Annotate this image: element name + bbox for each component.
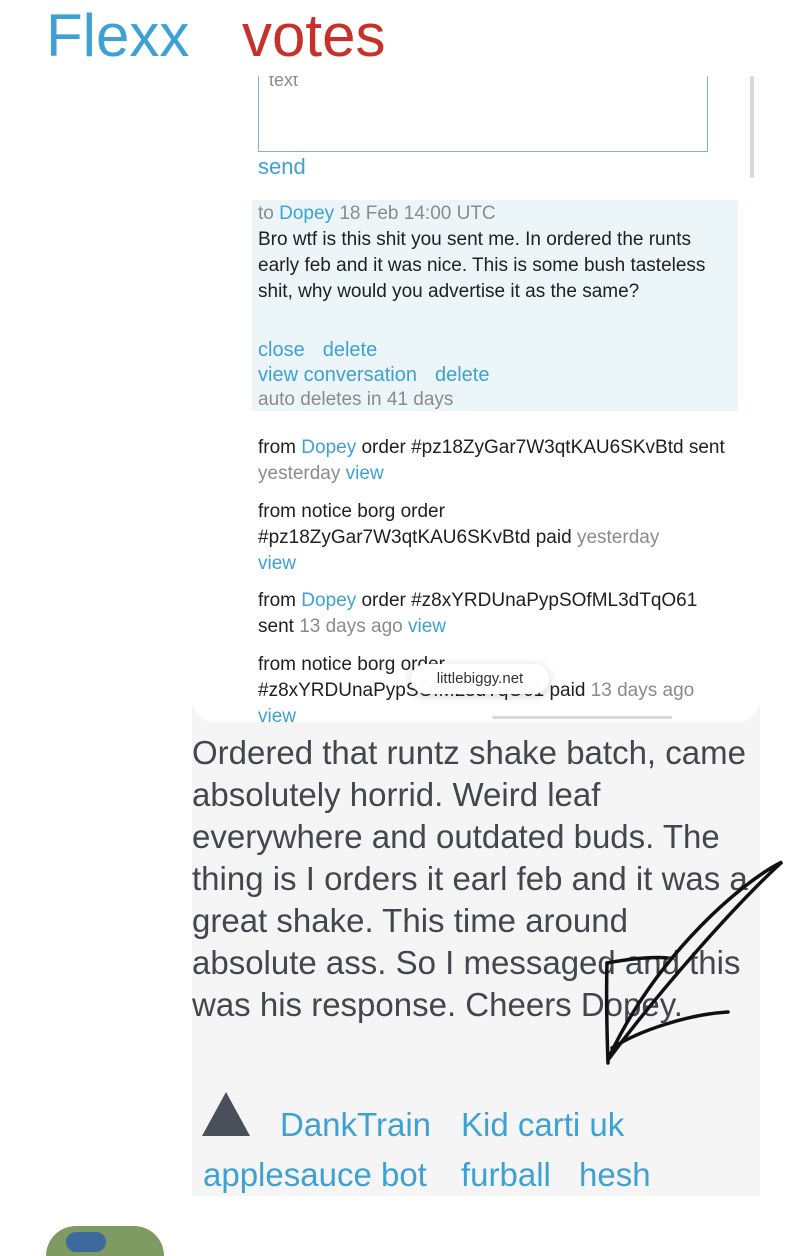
notification-item: from notice borg order #pz18ZyGar7W3qtKA… — [258, 501, 660, 574]
message-textarea[interactable]: text — [258, 76, 708, 152]
auto-delete-note: auto deletes in 41 days — [258, 389, 454, 410]
view-link[interactable]: view — [258, 706, 296, 722]
notification-time: yesterday — [576, 527, 660, 548]
notification-time: 13 days ago — [299, 616, 403, 637]
sender-link[interactable]: Dopey — [301, 437, 356, 458]
post-body: Ordered that runtz shake batch, came abs… — [192, 734, 748, 1023]
voter-link[interactable]: applesauce bot — [203, 1156, 427, 1194]
notification-item: from Dopey order #z8xYRDUnaPypSOfML3dTqO… — [258, 590, 698, 637]
view-link[interactable]: view — [346, 463, 384, 484]
message-actions-2: view conversation delete — [258, 362, 736, 388]
url-pill[interactable]: littlebiggy.net — [411, 664, 549, 694]
home-indicator — [492, 716, 672, 719]
recipient-link[interactable]: Dopey — [279, 203, 334, 224]
scrollbar[interactable] — [750, 76, 754, 178]
textarea-placeholder: text — [269, 76, 299, 90]
avatar[interactable] — [46, 1226, 164, 1256]
page-header: Flexx votes — [46, 0, 385, 72]
brand-name[interactable]: Flexx — [46, 2, 189, 69]
voter-link[interactable]: DankTrain — [280, 1106, 431, 1144]
to-label: to — [258, 203, 274, 224]
upvote-triangle-icon[interactable] — [202, 1092, 250, 1136]
delete-link[interactable]: delete — [323, 339, 378, 361]
send-link[interactable]: send — [258, 154, 306, 180]
embedded-screenshot: text send to Dopey 18 Feb 14:00 UTC Bro … — [192, 76, 760, 722]
notification-time: yesterday — [258, 463, 341, 484]
notification-item: from Dopey order #pz18ZyGar7W3qtKAU6SKvB… — [258, 437, 725, 484]
voter-link[interactable]: Kid carti uk — [461, 1106, 624, 1144]
voter-link[interactable]: furball — [461, 1156, 551, 1194]
message-actions-1: close delete — [258, 337, 736, 363]
message-timestamp: 18 Feb 14:00 UTC — [339, 203, 496, 224]
delete-conversation-link[interactable]: delete — [435, 364, 490, 386]
message-meta: to Dopey 18 Feb 14:00 UTC — [258, 201, 736, 227]
close-link[interactable]: close — [258, 339, 305, 361]
notification-time: 13 days ago — [590, 680, 695, 701]
view-link[interactable]: view — [258, 553, 296, 574]
votes-label: votes — [242, 2, 386, 69]
view-conversation-link[interactable]: view conversation — [258, 364, 417, 386]
view-link[interactable]: view — [408, 616, 446, 637]
message-body: Bro wtf is this shit you sent me. In ord… — [258, 229, 706, 302]
voter-link[interactable]: hesh — [579, 1156, 651, 1194]
sender-link[interactable]: Dopey — [301, 590, 356, 611]
